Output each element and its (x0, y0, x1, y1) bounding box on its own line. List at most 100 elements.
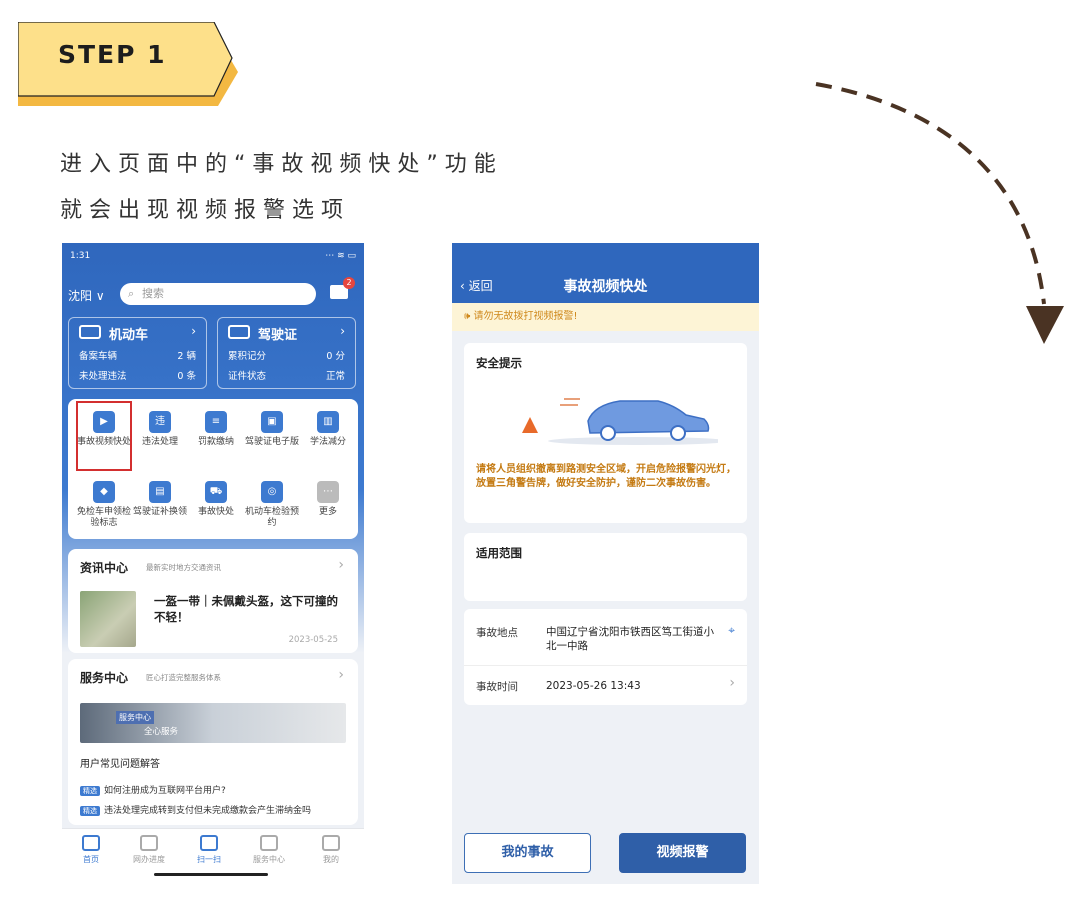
location-value: 中国辽宁省沈阳市铁西区笃工街道小北一中路 (546, 626, 714, 652)
vehicle-row-value: 2 辆 (177, 351, 196, 362)
license-row-value: 0 分 (326, 351, 345, 362)
service-label: 更多 (318, 507, 337, 517)
page-title: 事故视频快处 (563, 279, 648, 295)
highlight-box (76, 401, 132, 471)
book-icon: ▥ (317, 411, 339, 433)
news-headline[interactable]: 一盔一带｜未佩戴头盔，这下可撞的不轻！ (154, 593, 344, 625)
video-report-button[interactable]: 视频报警 (619, 833, 746, 873)
service-center-title: 服务中心 (80, 671, 129, 685)
scope-card: 适用范围 (464, 533, 747, 601)
vehicle-row-label: 备案车辆 (79, 351, 118, 362)
faq-title: 用户常见问题解答 (80, 759, 160, 770)
service-label: 违法处理 (141, 437, 178, 447)
time-value[interactable]: 2023-05-26 13:43 (546, 679, 641, 693)
phone-accident-screen: ‹ 返回 事故视频快处 🕪 请勿无故拨打视频报警! 安全提示 请将人员组织撤离到… (452, 243, 759, 884)
tab-label: 服务中心 (253, 855, 285, 864)
faq-text: 违法处理完成转到支付但未完成缴款会产生滞纳金吗 (104, 806, 312, 816)
chevron-right-icon: › (191, 324, 196, 338)
news-title: 资讯中心 (80, 561, 129, 575)
service-label: 免检车申领检验标志 (76, 507, 131, 528)
inspection-icon: ◎ (261, 481, 283, 503)
dashed-arrow-icon (815, 82, 1064, 344)
status-bar: 1:31 ⋯ ≋ ▭ (70, 251, 356, 265)
faq-tag: 精选 (80, 786, 100, 796)
tab-bar: 首页 网办进度 扫一扫 服务中心 我的 (62, 828, 364, 884)
license-card-title: 驾驶证 (258, 328, 298, 343)
status-icons: ⋯ ≋ ▭ (325, 251, 356, 261)
tab-profile[interactable]: 我的 (306, 835, 356, 865)
city-selector[interactable]: 沈阳 ∨ (68, 287, 105, 304)
more-icon: ⋯ (317, 481, 339, 503)
chevron-right-icon[interactable]: › (338, 667, 344, 683)
service-fine[interactable]: ≡ 罚款缴纳 (188, 411, 244, 448)
fine-icon: ≡ (205, 411, 227, 433)
car-icon (79, 325, 101, 339)
service-label: 驾驶证电子版 (244, 437, 299, 447)
tab-label: 扫一扫 (197, 855, 221, 864)
tab-scan[interactable]: 扫一扫 (184, 835, 234, 865)
tab-service[interactable]: 服务中心 (244, 835, 294, 865)
license-card[interactable]: 驾驶证 › 累积记分 0 分 证件状态 正常 (217, 317, 356, 389)
banner-text: 全心服务 (144, 727, 179, 737)
faq-item[interactable]: 精选 如何注册成为互联网平台用户? (80, 783, 226, 796)
license-icon: ▣ (261, 411, 283, 433)
vehicle-row-label: 未处理违法 (79, 371, 127, 382)
faq-text: 如何注册成为互联网平台用户? (104, 786, 226, 796)
service-label: 驾驶证补换领 (132, 507, 187, 517)
scope-heading: 适用范围 (476, 546, 522, 560)
intro-line-2: 就会出现视频报警选项 (60, 198, 351, 223)
accident-icon: ⛟ (205, 481, 227, 503)
time-label: 事故时间 (476, 681, 518, 693)
user-icon (322, 835, 340, 851)
car-illustration-icon (522, 398, 718, 445)
license-row: 累积记分 0 分 (228, 348, 345, 362)
vehicle-card[interactable]: 机动车 › 备案车辆 2 辆 未处理违法 0 条 (68, 317, 207, 389)
service-center-subtitle: 匠心打造完整服务体系 (146, 673, 221, 682)
service-banner[interactable]: 服务中心 全心服务 (80, 703, 346, 743)
license-row-label: 证件状态 (228, 371, 267, 382)
service-exempt[interactable]: ◆ 免检车申领检验标志 (76, 481, 132, 529)
tab-label: 首页 (83, 855, 99, 864)
phone-home-screen: 1:31 ⋯ ≋ ▭ 沈阳 ∨ ⌕ 搜索 2 机动车 › 备案车辆 2 辆 未处… (62, 243, 364, 884)
violation-icon: 违 (149, 411, 171, 433)
vehicle-card-title: 机动车 (109, 328, 149, 343)
tab-home[interactable]: 首页 (66, 835, 116, 865)
my-accidents-button[interactable]: 我的事故 (464, 833, 591, 873)
chevron-right-icon[interactable]: › (729, 675, 735, 691)
tab-progress[interactable]: 网办进度 (124, 835, 174, 865)
service-label: 事故快处 (197, 507, 234, 517)
service-inspection[interactable]: ◎ 机动车检验预约 (244, 481, 300, 529)
news-center[interactable]: 资讯中心 最新实时地方交通资讯 › 一盔一带｜未佩戴头盔，这下可撞的不轻！ 20… (68, 549, 358, 653)
safety-text: 请将人员组织撤离到路测安全区域，开启危险报警闪光灯，放置三角警告牌，做好安全防护… (476, 464, 736, 489)
step-label: STEP 1 (58, 40, 167, 69)
mail-icon[interactable]: 2 (330, 277, 355, 299)
intro-line-1: 进入页面中的“事故视频快处”功能 (60, 152, 503, 177)
diamond-icon (260, 835, 278, 851)
service-violation[interactable]: 违违法处理 (132, 411, 188, 448)
service-more[interactable]: ⋯ 更多 (300, 481, 356, 518)
news-thumbnail (80, 591, 136, 647)
faq-tag: 精选 (80, 806, 100, 816)
service-study[interactable]: ▥ 学法减分 (300, 411, 356, 448)
search-input[interactable]: ⌕ 搜索 (120, 283, 316, 305)
safety-heading: 安全提示 (476, 356, 522, 370)
license-icon (228, 325, 250, 339)
scan-icon (200, 835, 218, 851)
service-label: 学法减分 (309, 437, 346, 447)
home-indicator (154, 873, 268, 876)
location-pin-icon[interactable]: ⌖ (728, 623, 735, 638)
news-date: 2023-05-25 (288, 635, 338, 645)
status-time: 1:31 (70, 251, 91, 261)
warning-text: 请勿无故拨打视频报警! (473, 311, 578, 322)
service-license-e[interactable]: ▣ 驾驶证电子版 (244, 411, 300, 448)
service-label: 罚款缴纳 (197, 437, 234, 447)
license-row: 证件状态 正常 (228, 368, 345, 382)
chevron-right-icon[interactable]: › (338, 557, 344, 573)
service-accident[interactable]: ⛟ 事故快处 (188, 481, 244, 518)
monitor-icon (140, 835, 158, 851)
service-label: 机动车检验预约 (244, 507, 299, 528)
service-license-renew[interactable]: ▤ 驾驶证补换领 (132, 481, 188, 518)
tab-label: 我的 (323, 855, 339, 864)
service-center: 服务中心 匠心打造完整服务体系 › 服务中心 全心服务 用户常见问题解答 精选如… (68, 659, 358, 825)
faq-item[interactable]: 精选 违法处理完成转到支付但未完成缴款会产生滞纳金吗 (80, 803, 311, 816)
